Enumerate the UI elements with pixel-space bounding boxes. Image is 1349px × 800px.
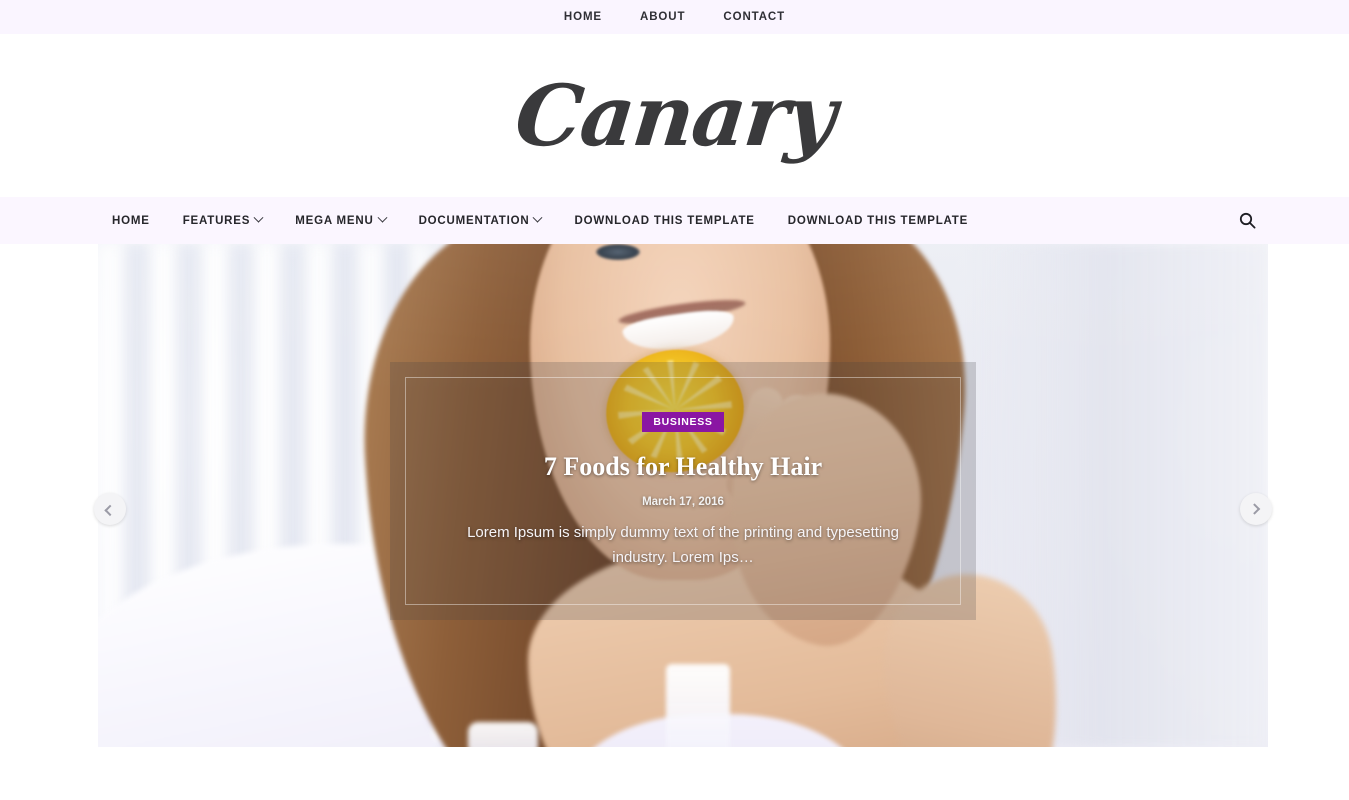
topbar-link-contact[interactable]: CONTACT: [723, 11, 785, 23]
nav-item-label: DOCUMENTATION: [418, 214, 530, 227]
slider-next-button[interactable]: [1240, 493, 1272, 525]
nav-item-label: DOWNLOAD THIS TEMPLATE: [574, 214, 755, 227]
hero-post-excerpt: Lorem Ipsum is simply dummy text of the …: [467, 523, 899, 566]
hero-caption: BUSINESS 7 Foods for Healthy Hair March …: [390, 362, 976, 620]
chevron-left-icon: [104, 504, 116, 517]
decor-eye: [596, 244, 640, 260]
decor-glass-secondary: [468, 722, 538, 747]
nav-item-label: MEGA MENU: [295, 214, 374, 227]
main-navigation: HOME FEATURES MEGA MENU DOCUMENTATION DO…: [0, 197, 1349, 244]
chevron-down-icon: [377, 212, 388, 223]
slider-prev-button[interactable]: [94, 493, 126, 525]
chevron-down-icon: [533, 212, 543, 223]
search-toggle-button[interactable]: [1235, 209, 1259, 233]
search-icon: [1239, 212, 1256, 229]
site-logo[interactable]: Canary: [510, 66, 838, 165]
nav-item-mega-menu[interactable]: MEGA MENU: [295, 212, 388, 227]
nav-item-home[interactable]: HOME: [112, 215, 150, 227]
decor-glass-of-milk: [666, 664, 730, 747]
top-utility-bar: HOME ABOUT CONTACT: [0, 0, 1349, 34]
nav-item-list: HOME FEATURES MEGA MENU DOCUMENTATION DO…: [112, 212, 968, 227]
nav-item-label: FEATURES: [182, 214, 251, 227]
chevron-down-icon: [253, 212, 264, 223]
hero-slide[interactable]: BUSINESS 7 Foods for Healthy Hair March …: [98, 244, 1268, 747]
nav-item-download-template-2[interactable]: DOWNLOAD THIS TEMPLATE: [788, 215, 968, 227]
hero-post-title[interactable]: 7 Foods for Healthy Hair: [544, 452, 822, 482]
chevron-right-icon: [1248, 503, 1261, 515]
nav-item-label: DOWNLOAD THIS TEMPLATE: [787, 214, 969, 227]
nav-item-download-template-1[interactable]: DOWNLOAD THIS TEMPLATE: [574, 215, 754, 227]
hero-post-date: March 17, 2016: [642, 495, 724, 508]
site-header: Canary: [0, 34, 1349, 197]
category-badge[interactable]: BUSINESS: [642, 412, 724, 432]
topbar-link-about[interactable]: ABOUT: [640, 11, 685, 23]
nav-item-label: HOME: [112, 214, 150, 227]
hero-slider: BUSINESS 7 Foods for Healthy Hair March …: [0, 244, 1349, 747]
nav-item-documentation[interactable]: DOCUMENTATION: [418, 212, 543, 227]
page-bottom-spacer: [0, 747, 1349, 769]
nav-item-features[interactable]: FEATURES: [182, 212, 264, 227]
topbar-link-home[interactable]: HOME: [564, 11, 602, 23]
